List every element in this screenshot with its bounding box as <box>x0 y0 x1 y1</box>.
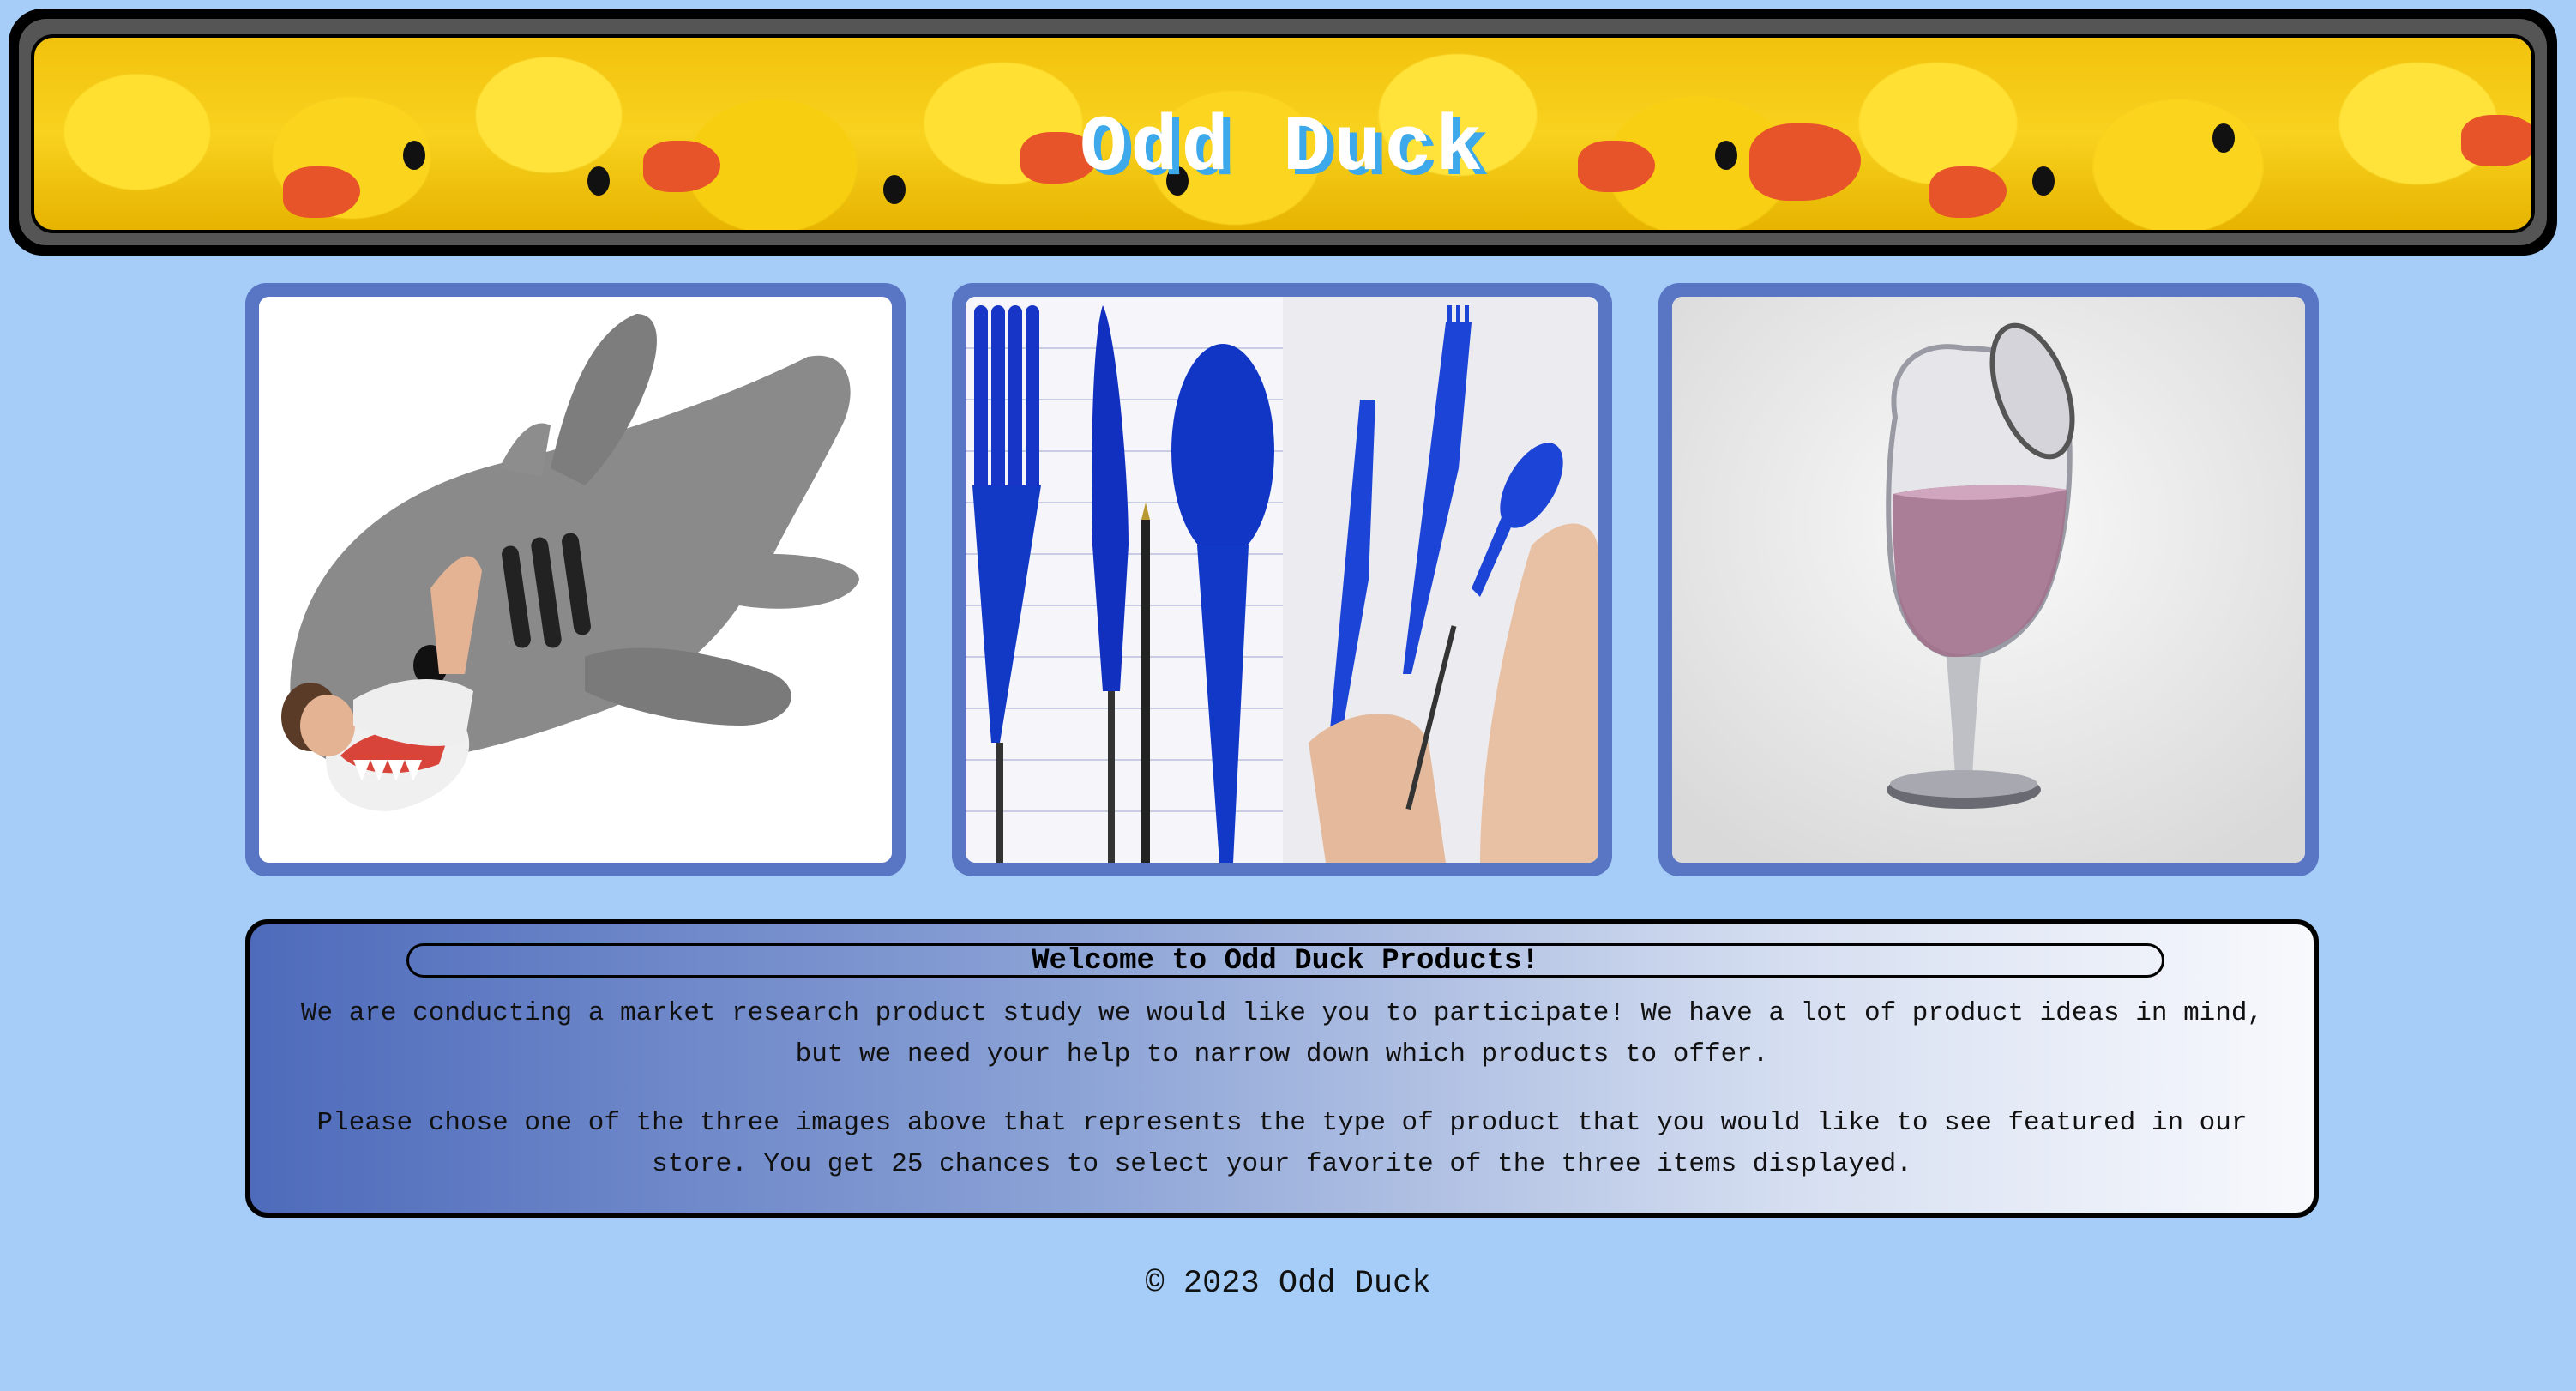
pen-utensils-illustration <box>966 297 1598 863</box>
footer-copyright: © 2023 Odd Duck <box>1145 1266 1431 1302</box>
product-image-pen-utensils[interactable] <box>966 297 1598 863</box>
product-image-shark[interactable] <box>259 297 892 863</box>
product-card-2[interactable] <box>952 283 1612 876</box>
rubber-ducks-banner-image: Odd Duck <box>31 34 2535 233</box>
intro-paragraph: We are conducting a market research prod… <box>300 998 2264 1069</box>
welcome-heading: Welcome to Odd Duck Products! <box>406 943 2164 978</box>
wine-glass-illustration <box>1672 297 2305 863</box>
banner-frame: Odd Duck <box>19 19 2547 245</box>
product-card-3[interactable] <box>1658 283 2319 876</box>
product-card-1[interactable] <box>245 283 906 876</box>
shark-sleeping-bag-illustration <box>259 297 892 863</box>
product-image-wine-glass[interactable] <box>1672 297 2305 863</box>
site-title: Odd Duck <box>1080 103 1486 193</box>
header-banner: Odd Duck <box>9 9 2557 256</box>
welcome-panel: Welcome to Odd Duck Products! We are con… <box>245 919 2319 1218</box>
instructions-paragraph: Please chose one of the three images abo… <box>316 1108 2248 1179</box>
